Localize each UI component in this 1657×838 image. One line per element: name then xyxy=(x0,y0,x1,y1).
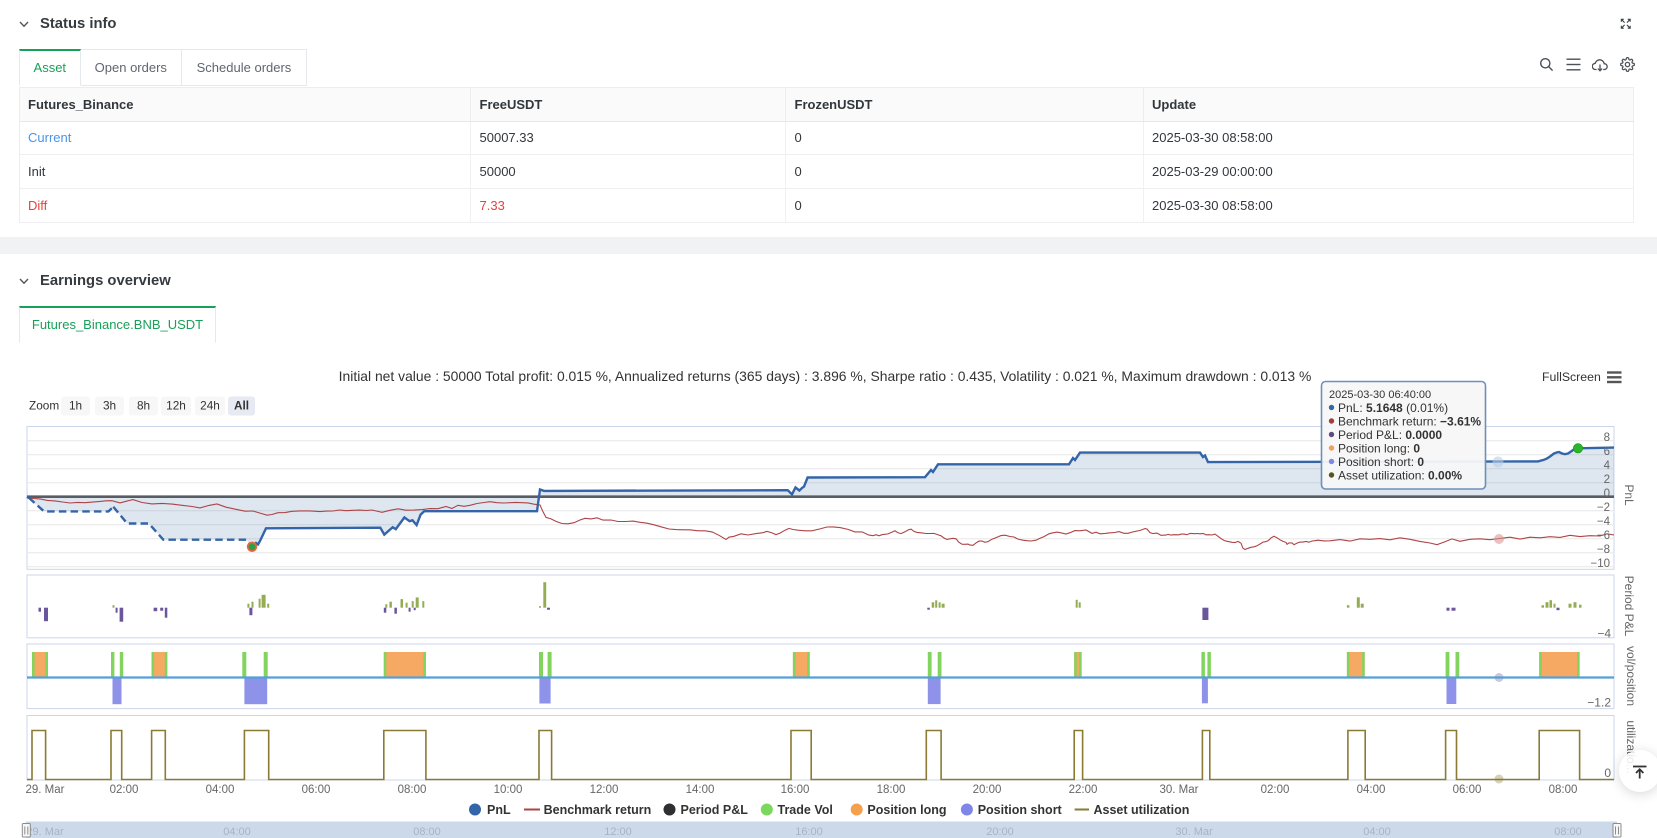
svg-text:14:00: 14:00 xyxy=(686,784,715,796)
svg-text:All: All xyxy=(234,399,249,413)
svg-text:2: 2 xyxy=(1604,474,1610,486)
svg-text:Position short: 0: Position short: 0 xyxy=(1338,455,1424,469)
svg-text:1h: 1h xyxy=(69,399,82,413)
svg-text:0: 0 xyxy=(1604,766,1611,780)
svg-text:12:00: 12:00 xyxy=(604,826,632,838)
svg-text:04:00: 04:00 xyxy=(1357,784,1386,796)
svg-text:PnL: PnL xyxy=(487,803,511,817)
svg-text:−8: −8 xyxy=(1597,544,1610,556)
svg-text:06:00: 06:00 xyxy=(1453,784,1482,796)
svg-text:12:00: 12:00 xyxy=(590,784,619,796)
svg-text:Position short: Position short xyxy=(978,803,1063,817)
svg-text:Position long: Position long xyxy=(867,803,946,817)
svg-text:vol/position: vol/position xyxy=(1624,646,1638,706)
svg-text:08:00: 08:00 xyxy=(413,826,441,838)
svg-text:Benchmark return: Benchmark return xyxy=(544,803,652,817)
svg-text:−4: −4 xyxy=(1597,516,1611,528)
svg-text:−2: −2 xyxy=(1597,502,1610,514)
svg-text:04:00: 04:00 xyxy=(223,826,251,838)
svg-text:Asset utilization: 0.00%: Asset utilization: 0.00% xyxy=(1338,469,1462,483)
svg-text:10:00: 10:00 xyxy=(494,784,523,796)
svg-text:16:00: 16:00 xyxy=(795,826,823,838)
svg-text:Benchmark return: −3.61%: Benchmark return: −3.61% xyxy=(1338,415,1481,429)
svg-text:8h: 8h xyxy=(137,399,150,413)
svg-text:Period P&L: 0.0000: Period P&L: 0.0000 xyxy=(1338,428,1442,442)
svg-text:20:00: 20:00 xyxy=(986,826,1014,838)
svg-text:29. Mar: 29. Mar xyxy=(26,826,64,838)
svg-text:PnL: PnL xyxy=(1622,484,1636,506)
svg-text:08:00: 08:00 xyxy=(1554,826,1582,838)
svg-text:Zoom: Zoom xyxy=(29,399,59,413)
svg-text:−6: −6 xyxy=(1597,530,1610,542)
svg-text:Trade Vol: Trade Vol xyxy=(778,803,833,817)
svg-text:20:00: 20:00 xyxy=(973,784,1002,796)
svg-text:Asset utilization: Asset utilization xyxy=(1094,803,1190,817)
svg-text:30. Mar: 30. Mar xyxy=(1160,784,1199,796)
svg-text:08:00: 08:00 xyxy=(398,784,427,796)
svg-text:8: 8 xyxy=(1604,432,1610,444)
svg-text:Position long: 0: Position long: 0 xyxy=(1338,442,1420,456)
svg-text:2025-03-30 06:40:00: 2025-03-30 06:40:00 xyxy=(1329,389,1431,401)
svg-text:6: 6 xyxy=(1604,446,1610,458)
svg-text:04:00: 04:00 xyxy=(206,784,235,796)
svg-text:4: 4 xyxy=(1604,460,1611,472)
svg-text:02:00: 02:00 xyxy=(110,784,139,796)
svg-text:−4: −4 xyxy=(1597,627,1611,641)
svg-text:FullScreen: FullScreen xyxy=(1542,370,1601,384)
svg-text:Period P&L: Period P&L xyxy=(1622,576,1636,637)
svg-text:29. Mar: 29. Mar xyxy=(26,784,65,796)
svg-text:12h: 12h xyxy=(166,399,186,413)
svg-text:−1.2: −1.2 xyxy=(1587,696,1611,710)
svg-text:30. Mar: 30. Mar xyxy=(1175,826,1213,838)
svg-text:0: 0 xyxy=(1604,488,1610,500)
svg-text:24h: 24h xyxy=(200,399,220,413)
svg-text:Initial net value : 50000 Tota: Initial net value : 50000 Total profit: … xyxy=(339,368,1312,384)
svg-text:06:00: 06:00 xyxy=(302,784,331,796)
svg-text:3h: 3h xyxy=(103,399,116,413)
svg-text:08:00: 08:00 xyxy=(1549,784,1578,796)
svg-text:PnL: 5.1648 (0.01%): PnL: 5.1648 (0.01%) xyxy=(1338,401,1448,415)
svg-text:18:00: 18:00 xyxy=(877,784,906,796)
svg-text:22:00: 22:00 xyxy=(1069,784,1098,796)
svg-text:02:00: 02:00 xyxy=(1261,784,1290,796)
svg-text:−10: −10 xyxy=(1590,558,1610,570)
svg-text:16:00: 16:00 xyxy=(781,784,810,796)
svg-text:04:00: 04:00 xyxy=(1363,826,1391,838)
svg-text:Period P&L: Period P&L xyxy=(681,803,749,817)
